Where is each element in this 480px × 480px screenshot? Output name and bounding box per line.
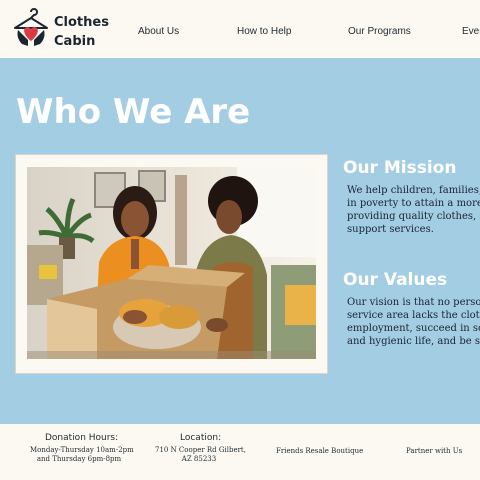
values-text: Our vision is that no person service are… xyxy=(347,296,480,348)
mission-line: providing quality clothes, sh xyxy=(347,211,480,222)
values-line: and hygienic life, and be sel xyxy=(347,336,480,347)
donation-hours-text: Monday-Thursday 10am-2pm and Thursday 6p… xyxy=(30,446,134,464)
mission-text: We help children, families, a in poverty… xyxy=(347,184,480,236)
page-title: Who We Are xyxy=(16,92,251,132)
nav-about-us[interactable]: About Us xyxy=(138,26,179,37)
values-line: Our vision is that no person xyxy=(347,297,480,308)
donation-hours-heading: Donation Hours: xyxy=(45,433,119,443)
location-heading: Location: xyxy=(180,433,222,443)
mission-line: We help children, families, a xyxy=(347,185,480,196)
site-footer: Donation Hours: Monday-Thursday 10am-2pm… xyxy=(0,424,480,480)
site-header: Clothes Cabin About Us How to Help Our P… xyxy=(0,0,480,58)
brand-name[interactable]: Clothes Cabin xyxy=(54,13,109,51)
mission-line: support services. xyxy=(347,224,434,235)
brand-line-2: Cabin xyxy=(54,34,96,49)
mission-line: in poverty to attain a more s xyxy=(347,198,480,209)
values-heading: Our Values xyxy=(343,270,448,290)
location-line: 710 N Cooper Rd Gilbert, xyxy=(155,446,246,454)
volunteers-photo xyxy=(27,167,316,359)
partner-with-us-link[interactable]: Partner with Us xyxy=(406,447,462,455)
donation-hours-line: Monday-Thursday 10am-2pm xyxy=(30,446,134,454)
hanger-heart-logo-icon[interactable] xyxy=(12,8,50,48)
brand-line-1: Clothes xyxy=(54,15,109,30)
mission-heading: Our Mission xyxy=(343,158,457,178)
nav-our-programs[interactable]: Our Programs xyxy=(348,26,411,37)
donation-hours-line: and Thursday 6pm-8pm xyxy=(36,455,122,463)
nav-events[interactable]: Events xyxy=(462,26,480,37)
location-line: AZ 85233 xyxy=(181,455,217,463)
location-address: 710 N Cooper Rd Gilbert, AZ 85233 xyxy=(155,446,246,464)
values-line: service area lacks the clothi xyxy=(347,310,480,321)
values-line: employment, succeed in sch xyxy=(347,323,480,334)
friends-resale-boutique-link[interactable]: Friends Resale Boutique xyxy=(276,447,363,455)
photo-frame xyxy=(15,154,328,374)
nav-how-to-help[interactable]: How to Help xyxy=(237,26,291,37)
